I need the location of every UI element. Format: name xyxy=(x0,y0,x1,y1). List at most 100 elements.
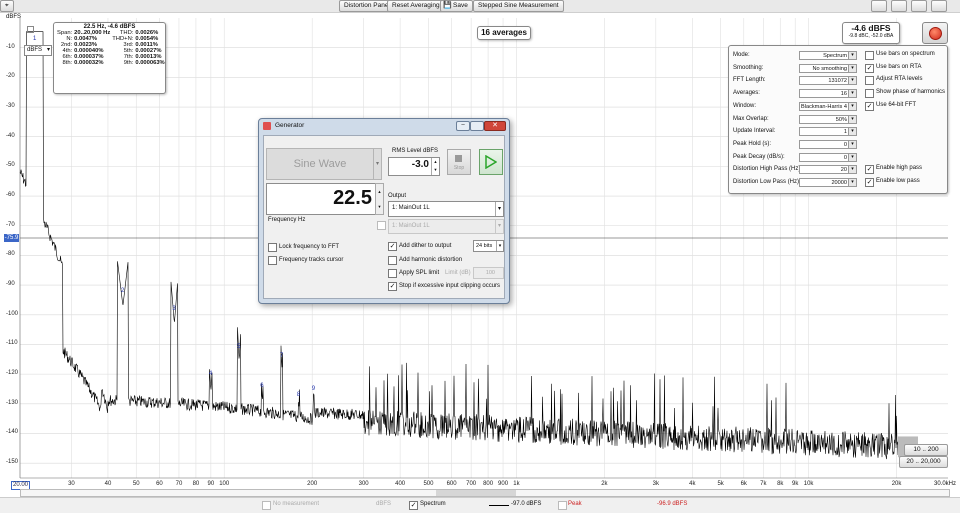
control-select[interactable]: 20000 ▾ xyxy=(799,178,857,187)
control-label: Mode: xyxy=(733,52,750,58)
chevron-down-icon: ▾ xyxy=(848,102,856,110)
signal-type-select[interactable]: Sine Wave ▾ xyxy=(266,148,382,180)
generator-dialog[interactable]: Generator – ✕ Sine Wave ▾ RMS Level dBFS… xyxy=(258,118,510,304)
option-checkbox[interactable]: ✓ xyxy=(865,178,874,187)
frequency-value: 22.5 xyxy=(333,187,372,209)
spectrum-checkbox[interactable]: ✓ xyxy=(409,501,418,510)
dither-bits-select[interactable]: 24 bits ▾ xyxy=(473,240,504,252)
fit-icon[interactable] xyxy=(911,0,927,12)
y-tick-label: -60 xyxy=(6,192,15,199)
scrollbar-thumb[interactable] xyxy=(436,490,516,496)
chevron-down-icon: ▾ xyxy=(848,52,856,59)
save-button[interactable]: 💾 Save xyxy=(440,0,473,12)
frequency-field[interactable]: 22.5 xyxy=(266,183,376,215)
close-icon: ✕ xyxy=(492,122,498,129)
harmonic-label: 5 xyxy=(237,344,241,351)
add-harmonic-checkbox[interactable] xyxy=(388,256,397,265)
no-measurement-checkbox[interactable] xyxy=(262,501,271,510)
readout-cell: 9th: xyxy=(123,60,134,66)
control-row: FFT Length: 131072 ▾ xyxy=(733,76,960,87)
pin-icon[interactable]: ⌖ xyxy=(0,0,14,12)
control-row: Smoothing: No smoothing ▾ xyxy=(733,63,960,75)
spl-limit-field[interactable]: 100 xyxy=(473,267,504,279)
stepped-sine-button[interactable]: Stepped Sine Measurement xyxy=(473,0,564,12)
output2-select[interactable]: 1: MainOut 1L ▾ xyxy=(388,219,504,234)
control-row: Peak Hold (s): 0 ▾ xyxy=(733,139,960,151)
rms-level-field[interactable]: -3.0 ▲ ▼ xyxy=(388,157,440,176)
zoom-in-icon[interactable] xyxy=(871,0,887,12)
option-checkbox[interactable]: ✓ xyxy=(865,165,874,175)
crosshair-icon[interactable] xyxy=(931,0,947,12)
x-tick-label: 70 xyxy=(175,481,183,487)
control-select[interactable]: 16 ▾ xyxy=(799,89,857,99)
option-checkbox[interactable] xyxy=(865,76,874,86)
control-value: 50% xyxy=(835,116,847,123)
option-label: Use bars on RTA xyxy=(876,63,922,70)
control-select[interactable]: 0 ▾ xyxy=(799,152,857,162)
horizontal-scrollbar[interactable] xyxy=(20,489,950,497)
frequency-spinner[interactable]: ▲ ▼ xyxy=(375,183,384,215)
add-dither-checkbox[interactable]: ✓ xyxy=(388,242,397,251)
y-axis-unit: dBFS xyxy=(6,14,22,20)
x-tick-label: 80 xyxy=(192,481,200,487)
x-tick-label: 600 xyxy=(446,481,457,487)
frequency-label: Frequency Hz xyxy=(268,217,306,223)
spectrum-label: Spectrum xyxy=(420,501,446,507)
record-button[interactable] xyxy=(922,22,948,44)
marker-toggle-icon[interactable] xyxy=(27,26,34,33)
range-10-200-button[interactable]: 10 .. 200 xyxy=(904,444,948,456)
lock-frequency-checkbox[interactable] xyxy=(268,243,277,252)
zoom-out-icon[interactable] xyxy=(891,0,907,12)
peak-checkbox[interactable] xyxy=(558,501,567,510)
chevron-down-icon: ▾ xyxy=(848,77,856,85)
option-checkbox[interactable] xyxy=(865,51,874,60)
save-icon: 💾 xyxy=(443,2,452,9)
output-label: Output xyxy=(388,193,407,199)
close-button[interactable]: ✕ xyxy=(484,121,506,131)
control-select[interactable]: 0 ▾ xyxy=(799,139,857,149)
rms-level-value: -3.0 xyxy=(411,159,429,170)
rms-spinner[interactable]: ▲ ▼ xyxy=(431,158,439,175)
cursor-value-badge[interactable]: -75.9 xyxy=(4,234,19,242)
legend-footer: No measurement dBFS ✓ Spectrum -97.0 dBF… xyxy=(0,497,960,513)
control-select[interactable]: No smoothing ▾ xyxy=(799,63,857,73)
output2-checkbox[interactable] xyxy=(377,221,386,230)
option-checkbox[interactable]: ✓ xyxy=(865,101,874,111)
control-row: Peak Decay (dB/s): 0 ▾ xyxy=(733,152,960,164)
stop-clipping-checkbox[interactable]: ✓ xyxy=(388,282,397,291)
option-label: Enable high pass xyxy=(876,165,923,172)
control-label: Peak Decay (dB/s): xyxy=(733,153,785,160)
x-tick-label: 3k xyxy=(652,481,659,487)
control-select[interactable]: Spectrum ▾ xyxy=(799,51,857,60)
control-row: Window: Blackman-Harris 4 ▾ xyxy=(733,101,960,113)
minimize-button[interactable]: – xyxy=(456,121,470,131)
lock-frequency-label: Lock frequency to FFT xyxy=(279,244,340,250)
control-select[interactable]: 1 ▾ xyxy=(799,127,857,137)
apply-spl-checkbox[interactable] xyxy=(388,269,397,278)
option-checkbox[interactable]: ✓ xyxy=(865,63,874,73)
control-label: Peak Hold (s): xyxy=(733,140,772,147)
x-tick-label: 6k xyxy=(740,481,747,487)
chevron-down-icon: ▾ xyxy=(848,179,856,186)
play-button[interactable] xyxy=(479,149,503,175)
distortion-readout: 22.5 Hz, -4.6 dBFS Span: 20..20,000 Hz THD… xyxy=(53,22,166,94)
dbfs-selector[interactable]: dBFS ▾ xyxy=(24,45,52,56)
reset-averaging-button[interactable]: Reset Averaging xyxy=(387,0,445,12)
y-tick-label: -90 xyxy=(6,281,15,288)
play-icon xyxy=(485,155,497,169)
control-select[interactable]: 131072 ▾ xyxy=(799,76,857,86)
y-tick-label: -100 xyxy=(6,310,19,317)
tracks-cursor-checkbox[interactable] xyxy=(268,256,277,265)
maximize-button[interactable] xyxy=(470,121,484,131)
stop-icon xyxy=(455,155,462,162)
range-20-20000-button[interactable]: 20 .. 20,000 xyxy=(899,456,948,468)
control-select[interactable]: 20 ▾ xyxy=(799,165,857,175)
y-tick-label: -30 xyxy=(6,103,15,110)
stop-button[interactable]: Stop xyxy=(447,149,471,175)
output-select[interactable]: 1: MainOut 1L ▾ xyxy=(388,201,504,217)
control-select[interactable]: Blackman-Harris 4 ▾ xyxy=(799,101,857,111)
x-tick-label: 100 xyxy=(219,481,230,487)
control-select[interactable]: 50% ▾ xyxy=(799,114,857,124)
control-label: Max Overlap: xyxy=(733,115,769,122)
option-checkbox[interactable] xyxy=(865,89,874,99)
